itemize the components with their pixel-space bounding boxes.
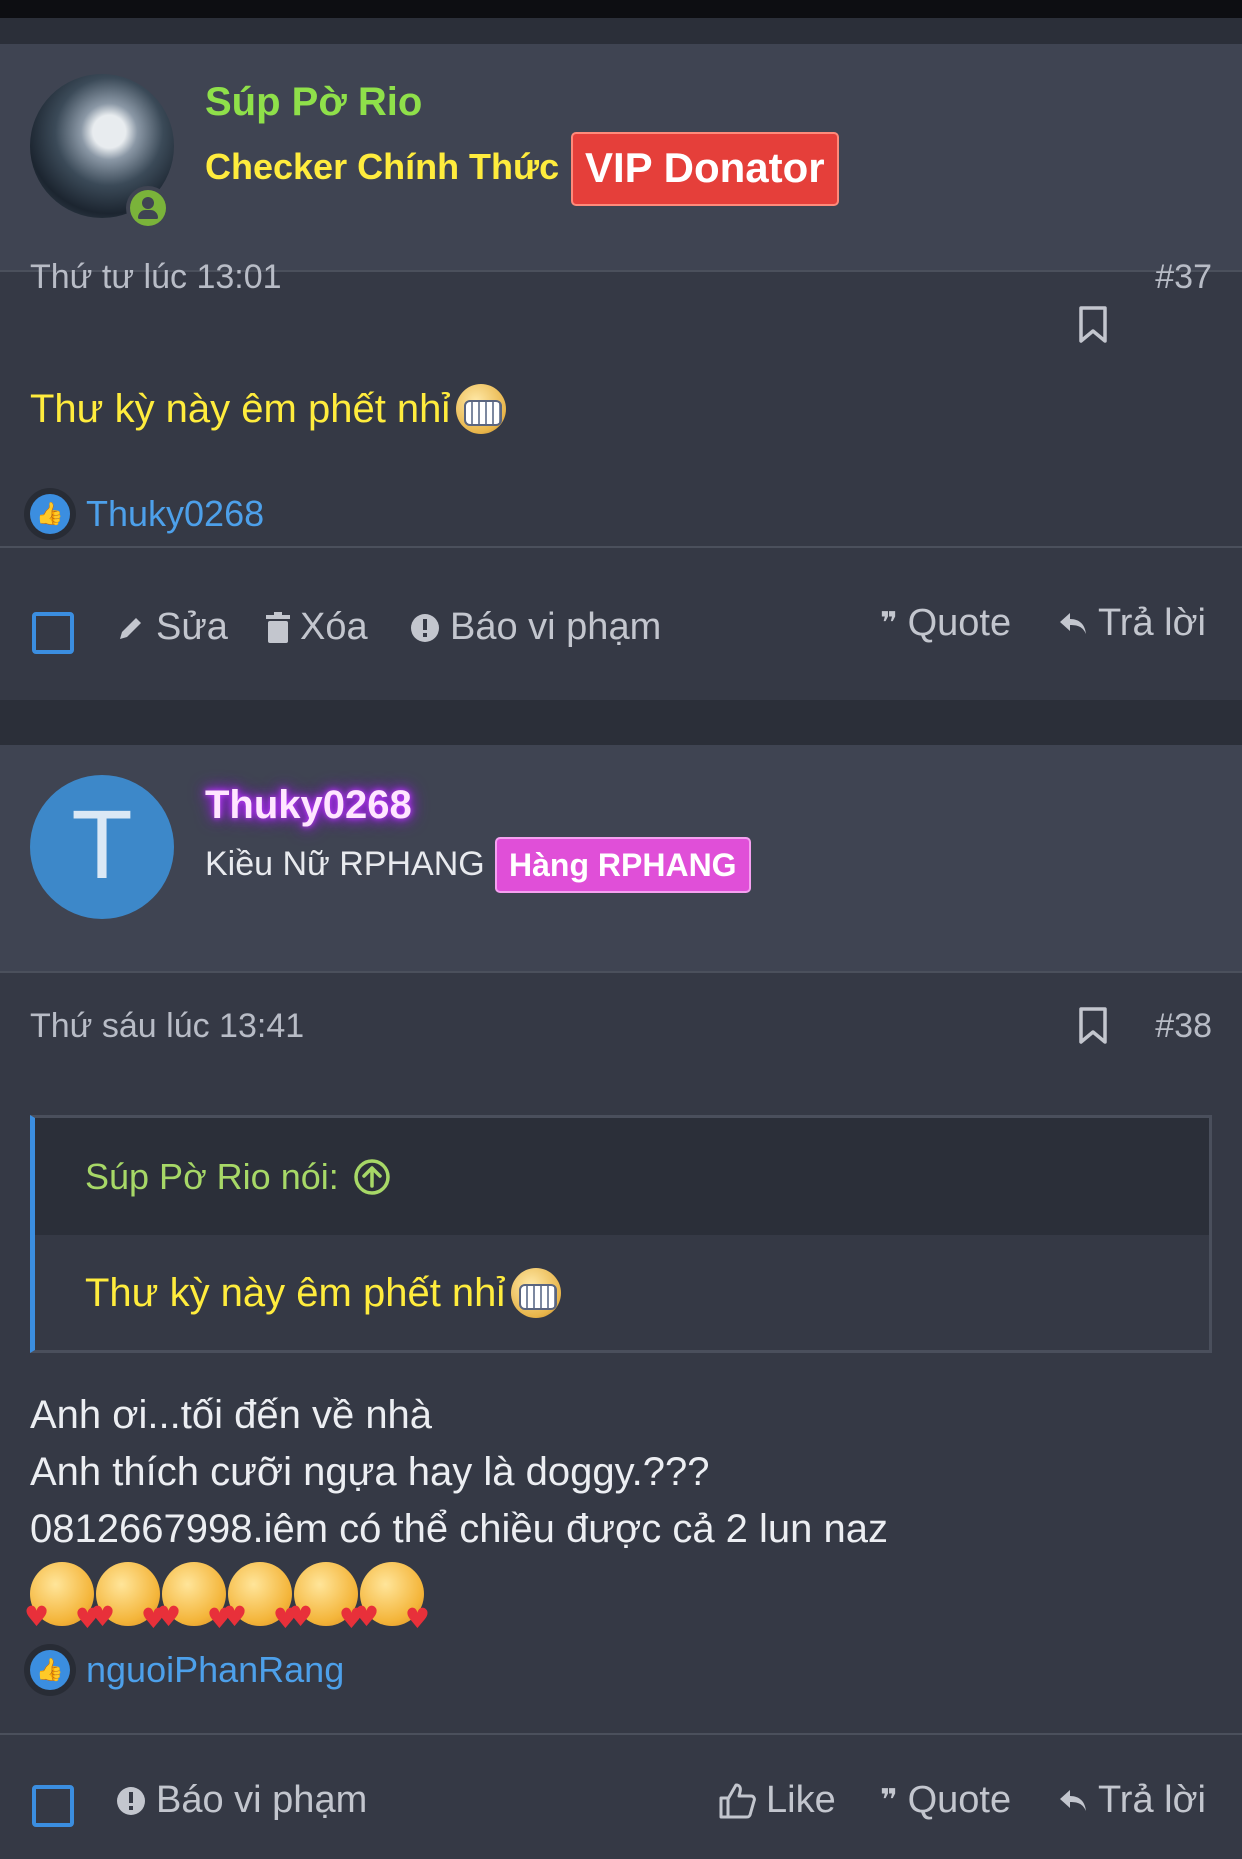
post-actions: Báo vi phạm Like ❞ Quote Trả lời [0,1757,1242,1857]
quote-icon: ❞ [880,1784,898,1817]
reply-icon [1058,611,1088,637]
post-timestamp[interactable]: Thứ tư lúc 13:01 [30,258,282,297]
smiling-hearts-emoji-icon [288,1562,364,1647]
online-status-icon [126,186,170,230]
avatar[interactable]: T [30,775,174,919]
quote-button[interactable]: ❞ Quote [880,1779,1011,1822]
thumbs-up-icon [718,1782,756,1820]
post-38: T Thuky0268 Kiều Nữ RPHANG Hàng RPHANG T… [0,745,1242,1859]
smiling-hearts-emoji-icon [354,1562,430,1647]
report-button[interactable]: Báo vi phạm [116,1779,367,1822]
report-button[interactable]: Báo vi phạm [410,606,661,649]
divider [0,546,1242,548]
content-line: Anh thích cưỡi ngựa hay là doggy.??? [30,1450,710,1494]
reply-label: Trả lời [1098,602,1206,644]
divider [0,1733,1242,1735]
select-checkbox[interactable] [32,612,74,654]
quote-label: Quote [907,602,1012,644]
user-block: T Thuky0268 Kiều Nữ RPHANG Hàng RPHANG [0,745,1242,973]
post-content: Anh ơi...tối đến về nhà Anh thích cưỡi n… [24,1387,889,1647]
post-message: Thư kỳ này êm phết nhỉ [30,384,507,434]
smiling-hearts-emoji-icon [156,1562,232,1647]
pencil-icon [116,613,146,643]
smiling-hearts-emoji-icon [24,1562,100,1647]
post-timestamp[interactable]: Thứ sáu lúc 13:41 [30,1007,304,1046]
reactions-bar[interactable]: 👍 nguoiPhanRang [24,1644,344,1696]
edit-label: Sửa [156,606,228,648]
user-title: Checker Chính Thức [205,146,560,187]
arrow-up-circle-icon[interactable] [353,1158,391,1196]
grin-emoji-icon [456,384,507,434]
status-bar [0,0,1242,18]
user-block: Súp Pờ Rio Checker Chính Thức VIP Donato… [0,44,1242,272]
user-badge: Hàng RPHANG [495,837,751,893]
like-label: Like [766,1779,836,1821]
trash-icon [266,611,290,644]
reactions-bar[interactable]: 👍 Thuky0268 [24,488,264,540]
post-separator [0,700,1242,745]
quote-text: Thư kỳ này êm phết nhỉ [85,1268,562,1318]
select-checkbox[interactable] [32,1785,74,1827]
user-badge: VIP Donator [571,132,839,206]
username[interactable]: Súp Pờ Rio [205,80,422,125]
report-label: Báo vi phạm [450,606,662,648]
content-line: Anh ơi...tối đến về nhà [30,1393,433,1437]
reply-label: Trả lời [1098,1779,1206,1821]
quote-author-text: Súp Pờ Rio nói: [85,1156,339,1197]
reply-button[interactable]: Trả lời [1058,602,1206,645]
smiling-hearts-emoji-icon [222,1562,298,1647]
reaction-user[interactable]: nguoiPhanRang [86,1649,344,1691]
username[interactable]: Thuky0268 [205,783,412,828]
quote-text-content: Thư kỳ này êm phết nhỉ [85,1270,506,1315]
quote-icon: ❞ [880,607,898,640]
post-number[interactable]: #38 [1155,1007,1212,1046]
edit-button[interactable]: Sửa [116,606,228,649]
user-title: Kiều Nữ RPHANG [205,845,485,883]
like-button[interactable]: Like [718,1779,836,1822]
quote-button[interactable]: ❞ Quote [880,602,1011,645]
quote-block: Súp Pờ Rio nói: Thư kỳ này êm phết nhỉ [30,1115,1212,1353]
like-reaction-icon: 👍 [24,488,76,540]
reply-button[interactable]: Trả lời [1058,1779,1206,1822]
like-reaction-icon: 👍 [24,1644,76,1696]
alert-icon [410,613,440,643]
post-message-text: Thư kỳ này êm phết nhỉ [30,386,451,431]
post-37: Súp Pờ Rio Checker Chính Thức VIP Donato… [0,44,1242,700]
grin-emoji-icon [511,1268,562,1318]
report-label: Báo vi phạm [156,1779,368,1821]
content-line: 0812667998.iêm có thể chiều được cả 2 lu… [30,1507,889,1551]
post-actions: Sửa Xóa Báo vi phạm ❞ Quote Trả lời [0,590,1242,690]
emoji-row [24,1562,888,1647]
reaction-user[interactable]: Thuky0268 [86,493,264,535]
delete-button[interactable]: Xóa [266,606,368,649]
bookmark-icon[interactable] [1078,306,1108,344]
post-number[interactable]: #37 [1155,258,1212,297]
bookmark-icon[interactable] [1078,1007,1108,1045]
alert-icon [116,1786,146,1816]
delete-label: Xóa [300,606,368,648]
smiling-hearts-emoji-icon [90,1562,166,1647]
quote-label: Quote [907,1779,1012,1821]
reply-icon [1058,1788,1088,1814]
quote-author[interactable]: Súp Pờ Rio nói: [85,1156,391,1198]
